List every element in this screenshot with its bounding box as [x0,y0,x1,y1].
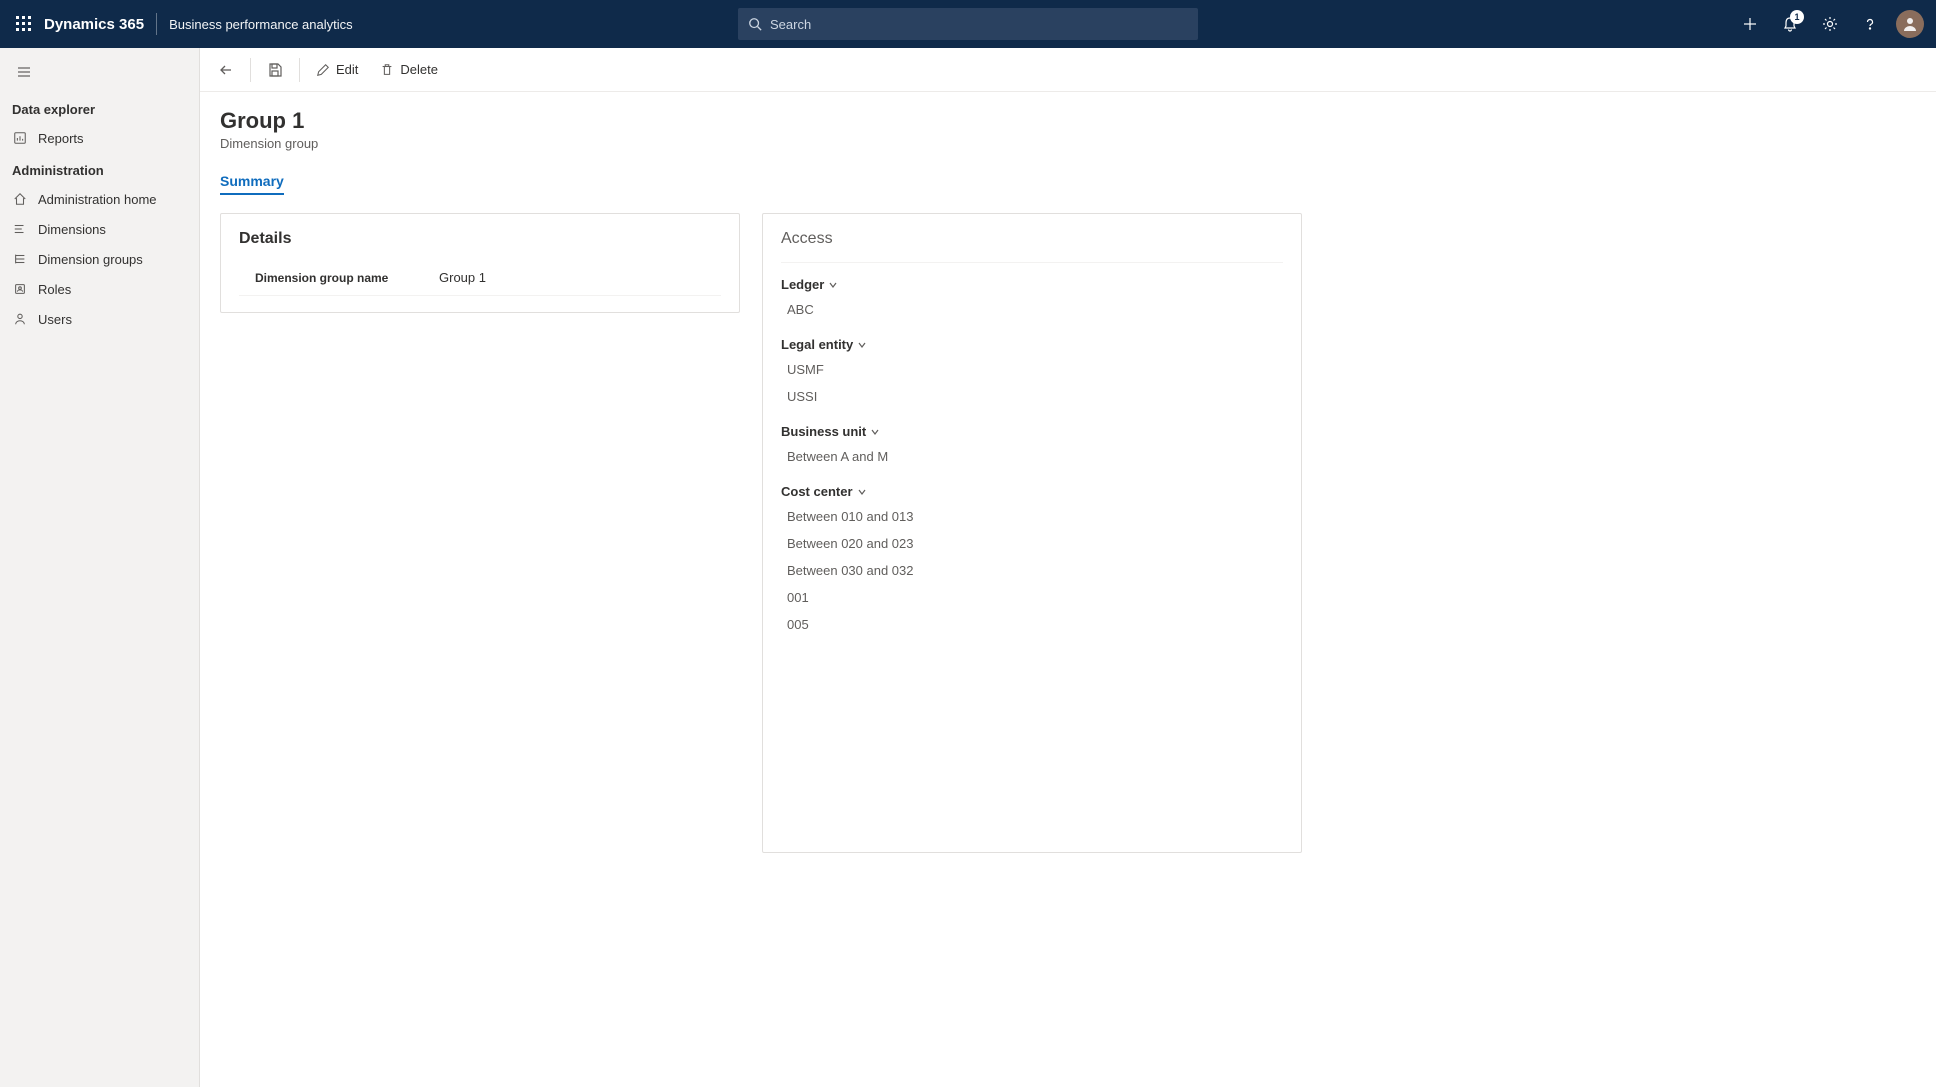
dimensions-icon [12,221,28,237]
sidenav-item-label: Administration home [38,192,157,207]
brand-divider [156,13,157,35]
access-item: 005 [781,611,1283,638]
access-group-header[interactable]: Business unit [781,416,1283,443]
details-card-title: Details [239,230,721,248]
access-item: USSI [781,383,1283,410]
app-shell: Data explorer Reports Administration Adm… [0,48,1936,1087]
sidenav-item-reports[interactable]: Reports [0,123,199,153]
sidenav-item-admin-home[interactable]: Administration home [0,184,199,214]
sidenav-item-label: Reports [38,131,84,146]
reports-icon [12,130,28,146]
tab-summary[interactable]: Summary [220,173,284,195]
field-label: Dimension group name [255,271,405,285]
chevron-down-icon [857,487,867,497]
access-item: 001 [781,584,1283,611]
access-item: Between A and M [781,443,1283,470]
chevron-down-icon [870,427,880,437]
access-item: ABC [781,296,1283,323]
save-button[interactable] [257,52,293,88]
sidenav-item-dimension-groups[interactable]: Dimension groups [0,244,199,274]
access-group-title: Ledger [781,277,824,292]
sidenav-item-label: Dimensions [38,222,106,237]
sidenav-item-label: Users [38,312,72,327]
delete-button[interactable]: Delete [370,52,448,88]
sidenav-section-data-explorer: Data explorer [0,92,199,123]
search-icon [748,17,762,31]
access-group-header[interactable]: Legal entity [781,329,1283,356]
access-group: Ledger ABC [781,269,1283,323]
access-item: Between 020 and 023 [781,530,1283,557]
cmdbar-separator [299,58,300,82]
access-group-title: Legal entity [781,337,853,352]
back-button[interactable] [208,52,244,88]
access-group-title: Business unit [781,424,866,439]
access-item: Between 030 and 032 [781,557,1283,584]
chevron-down-icon [857,340,867,350]
sidenav-item-roles[interactable]: Roles [0,274,199,304]
user-avatar[interactable] [1892,6,1928,42]
global-search [738,8,1198,40]
access-item: USMF [781,356,1283,383]
home-icon [12,191,28,207]
sidenav-item-label: Roles [38,282,71,297]
access-group-title: Cost center [781,484,853,499]
dimension-groups-icon [12,251,28,267]
top-nav-bar: Dynamics 365 Business performance analyt… [0,0,1936,48]
command-bar: Edit Delete [200,48,1936,92]
content-area: Edit Delete Group 1 Dimension group Summ… [200,48,1936,1087]
sidenav-item-users[interactable]: Users [0,304,199,334]
tabs: Summary [220,173,1916,195]
delete-label: Delete [400,62,438,77]
access-group: Cost center Between 010 and 013Between 02… [781,476,1283,638]
edit-icon [316,63,330,77]
access-group-header[interactable]: Ledger [781,269,1283,296]
hamburger-icon[interactable] [12,60,36,84]
page-title: Group 1 [220,108,1916,134]
access-card: Access Ledger ABC Legal entity USMFUSSI Busi… [762,213,1302,853]
cmdbar-separator [250,58,251,82]
details-card: Details Dimension group name Group 1 [220,213,740,313]
sidenav-section-administration: Administration [0,153,199,184]
field-row-dimension-group-name: Dimension group name Group 1 [239,262,721,296]
users-icon [12,311,28,327]
add-button[interactable] [1732,6,1768,42]
access-divider [781,262,1283,263]
help-button[interactable] [1852,6,1888,42]
roles-icon [12,281,28,297]
delete-icon [380,63,394,77]
notification-badge: 1 [1790,10,1804,24]
access-card-title: Access [781,230,1283,248]
side-nav: Data explorer Reports Administration Adm… [0,48,200,1087]
app-launcher-icon[interactable] [8,8,40,40]
sidenav-item-label: Dimension groups [38,252,143,267]
access-group: Business unit Between A and M [781,416,1283,470]
access-item: Between 010 and 013 [781,503,1283,530]
edit-button[interactable]: Edit [306,52,368,88]
settings-button[interactable] [1812,6,1848,42]
chevron-down-icon [828,280,838,290]
sidenav-item-dimensions[interactable]: Dimensions [0,214,199,244]
edit-label: Edit [336,62,358,77]
field-value: Group 1 [439,270,486,285]
notifications-button[interactable]: 1 [1772,6,1808,42]
access-group-header[interactable]: Cost center [781,476,1283,503]
access-group: Legal entity USMFUSSI [781,329,1283,410]
brand-name[interactable]: Dynamics 365 [44,16,144,33]
app-name[interactable]: Business performance analytics [169,17,353,32]
page-subtitle: Dimension group [220,136,1916,151]
search-input[interactable] [770,17,1188,32]
